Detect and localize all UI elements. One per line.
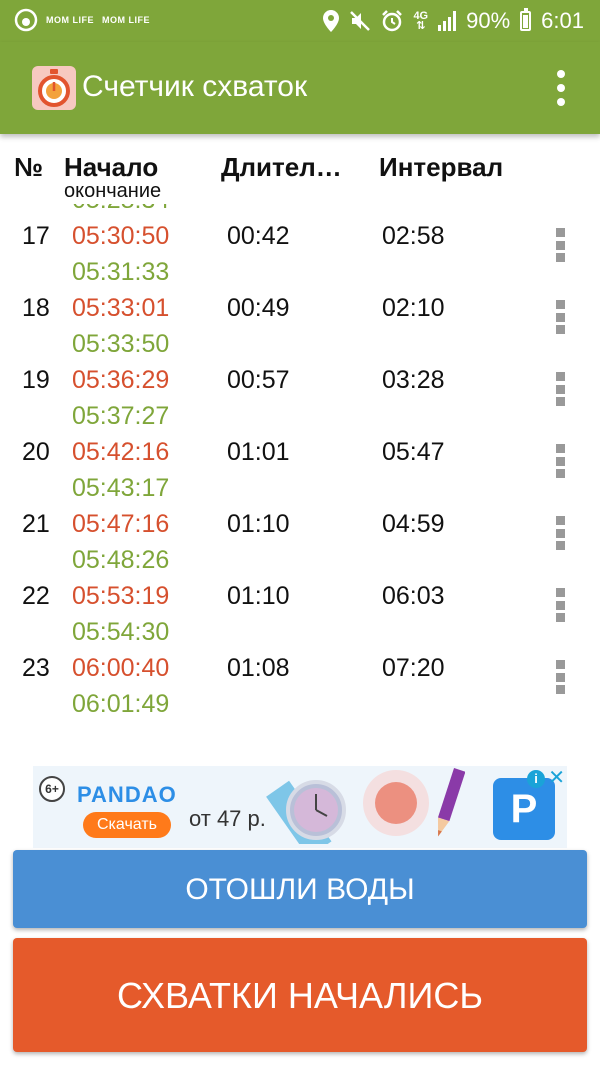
column-duration: Длител… <box>221 152 342 182</box>
duration: 00:49 <box>227 294 290 322</box>
contractions-started-button[interactable]: СХВАТКИ НАЧАЛИСЬ <box>13 938 587 1052</box>
alarm-icon <box>382 10 403 32</box>
status-right: 4G ⇅ 90% 6:01 <box>323 7 584 35</box>
end-time: 05:31:33 <box>72 258 170 286</box>
interval: 05:47 <box>382 438 445 466</box>
row-number: 21 <box>22 510 50 538</box>
start-time: 05:36:29 <box>72 366 170 394</box>
blush-image <box>363 770 429 836</box>
end-time: 05:43:17 <box>72 474 170 502</box>
age-rating-badge: 6+ <box>39 776 65 802</box>
network-type: 4G ⇅ <box>413 10 429 32</box>
mom-life-tag: MOM LIFE <box>102 14 150 25</box>
brand-notification-icon <box>14 8 38 32</box>
row-number: 22 <box>22 582 50 610</box>
watch-image <box>266 780 346 844</box>
duration: 00:42 <box>227 222 290 250</box>
ad-brand-logo: PANDAO <box>77 782 177 807</box>
contraction-row[interactable]: 22 05:53:19 05:54:30 01:10 06:03 <box>0 578 600 650</box>
interval: 06:03 <box>382 582 445 610</box>
contraction-row[interactable]: 17 05:30:50 05:31:33 00:42 02:58 <box>0 218 600 290</box>
signal-icon <box>438 11 457 31</box>
row-more-icon[interactable] <box>556 228 566 262</box>
ad-price: от 47 р. <box>189 806 266 831</box>
contraction-list[interactable]: 1605:27:5205:28:3400:4102:22 17 05:30:50 05… <box>0 204 600 762</box>
contraction-row[interactable]: 19 05:36:29 05:37:27 00:57 03:28 <box>0 362 600 434</box>
pencil-image <box>437 768 465 837</box>
start-time: 05:30:50 <box>72 222 170 250</box>
interval: 03:28 <box>382 366 445 394</box>
interval: 04:59 <box>382 510 445 538</box>
end-time: 05:37:27 <box>72 402 170 430</box>
row-more-icon[interactable] <box>556 444 566 478</box>
ad-info-icon[interactable]: i <box>527 770 545 788</box>
column-num: № <box>14 152 43 182</box>
row-more-icon[interactable] <box>556 660 566 694</box>
interval: 02:10 <box>382 294 445 322</box>
contraction-row[interactable]: 20 05:42:16 05:43:17 01:01 05:47 <box>0 434 600 506</box>
battery-icon <box>520 8 532 31</box>
interval: 02:58 <box>382 222 445 250</box>
more-vert-icon[interactable] <box>556 70 566 106</box>
app-bar: Счетчик схваток <box>0 42 600 134</box>
contraction-row[interactable]: 18 05:33:01 05:33:50 00:49 02:10 <box>0 290 600 362</box>
duration: 01:01 <box>227 438 290 466</box>
ad-banner[interactable]: 6+ PANDAO Скачать от 47 р. P i ✕ <box>33 766 567 848</box>
duration: 01:08 <box>227 654 290 682</box>
duration: 01:10 <box>227 510 290 538</box>
interval: 07:20 <box>382 654 445 682</box>
duration: 01:10 <box>227 582 290 610</box>
duration: 00:57 <box>227 366 290 394</box>
row-number: 18 <box>22 294 50 322</box>
column-header: № Начало окончание Длител… Интервал <box>0 134 600 204</box>
row-number: 17 <box>22 222 50 250</box>
battery-percent: 90% <box>466 8 511 33</box>
contraction-rows: 1605:27:5205:28:3400:4102:22 17 05:30:50 05… <box>0 204 600 722</box>
end-time: 06:01:49 <box>72 690 170 718</box>
status-left: MOM LIFE MOM LIFE <box>14 8 150 32</box>
end-time: 05:54:30 <box>72 618 170 646</box>
mute-icon <box>350 11 371 31</box>
column-end: окончание <box>64 180 162 202</box>
ad-app-logo: P <box>493 778 555 840</box>
mom-life-tag: MOM LIFE <box>46 14 94 25</box>
column-interval: Интервал <box>379 152 504 182</box>
start-time: 06:00:40 <box>72 654 170 682</box>
start-time: 05:42:16 <box>72 438 170 466</box>
contraction-row[interactable]: 23 06:00:40 06:01:49 01:08 07:20 <box>0 650 600 722</box>
ad-download-button[interactable]: Скачать <box>83 812 171 838</box>
row-more-icon[interactable] <box>556 516 566 550</box>
clock: 6:01 <box>541 8 584 33</box>
start-time: 05:53:19 <box>72 582 170 610</box>
app-title: Счетчик схваток <box>82 70 308 103</box>
status-bar: MOM LIFE MOM LIFE 4G ⇅ 90% 6:01 <box>0 0 600 42</box>
end-time: 05:33:50 <box>72 330 170 358</box>
row-more-icon[interactable] <box>556 300 566 334</box>
end-time: 05:48:26 <box>72 546 170 574</box>
contraction-row[interactable]: 1605:27:5205:28:3400:4102:22 <box>0 204 600 218</box>
start-time: 05:47:16 <box>72 510 170 538</box>
row-number: 23 <box>22 654 50 682</box>
row-number: 20 <box>22 438 50 466</box>
row-more-icon[interactable] <box>556 372 566 406</box>
water-broke-button[interactable]: ОТОШЛИ ВОДЫ <box>13 850 587 928</box>
start-time: 05:33:01 <box>72 294 170 322</box>
end-time: 05:28:34 <box>72 204 169 218</box>
column-start: Начало <box>64 152 159 182</box>
stopwatch-icon <box>32 66 76 110</box>
location-icon <box>323 10 340 32</box>
ad-close-icon[interactable]: ✕ <box>548 768 565 788</box>
row-more-icon[interactable] <box>556 588 566 622</box>
row-number: 19 <box>22 366 50 394</box>
contraction-row[interactable]: 21 05:47:16 05:48:26 01:10 04:59 <box>0 506 600 578</box>
